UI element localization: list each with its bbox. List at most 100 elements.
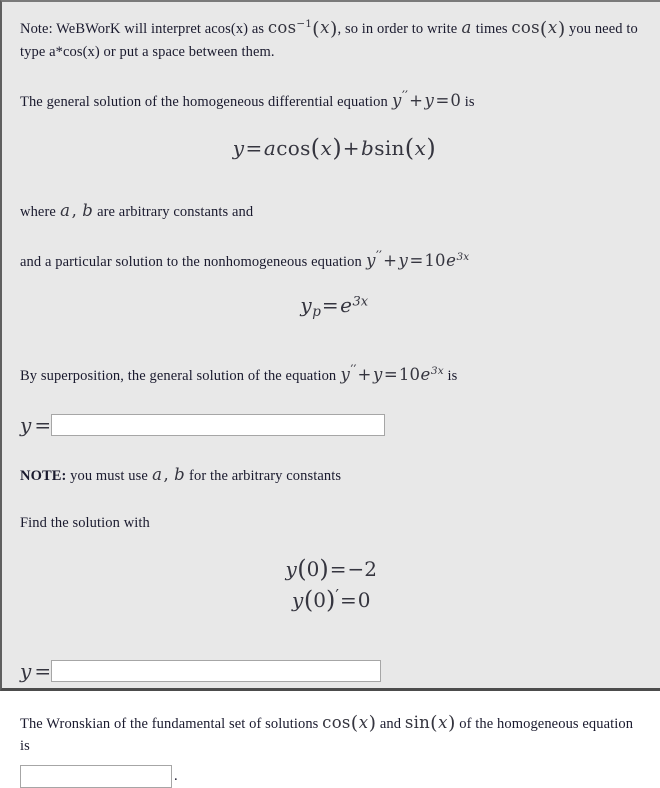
answer-general-label: y = [20, 413, 51, 437]
constants-prefix: where [20, 203, 60, 220]
particular-intro-prefix: and a particular solution to the nonhomo… [20, 253, 366, 270]
answer-wronskian-input[interactable] [20, 765, 172, 788]
wronskian-cos-close-paren: ) [368, 712, 377, 735]
gs-lhs-y: y [232, 135, 245, 160]
ic2-equals: = [339, 587, 357, 612]
initial-condition-2: y(0)′=0 [20, 585, 642, 615]
general-intro-y2: y [424, 90, 434, 110]
wronskian-sin-open-paren: ( [430, 712, 438, 735]
answer-ivp-label-y: y [20, 658, 32, 683]
note-acos-argument: x [320, 18, 330, 37]
arbitrary-constants-line: where a, b are arbitrary constants and [20, 199, 642, 223]
problem-panel: Note: WeBWorK will interpret acos(x) as … [0, 0, 660, 788]
spacer-6b [20, 343, 642, 363]
general-intro-y: y [392, 90, 402, 110]
gs-sin-open-paren: ( [404, 134, 415, 163]
superposition-suffix: is [443, 367, 458, 384]
gs-equals: = [245, 135, 263, 160]
note-acos-function: cos [267, 18, 297, 37]
gs-sin-close-paren: ) [426, 134, 436, 163]
constants-a: a [60, 200, 71, 220]
note-constants-bold-prefix: NOTE: [20, 467, 67, 484]
note-cos-open-paren: ( [539, 17, 548, 40]
ic2-y: y [292, 587, 304, 612]
particular-intro-ten: 10 [424, 250, 446, 270]
particular-solution-equation: yp=e3x [20, 292, 642, 319]
ic2-open-paren: ( [303, 586, 314, 615]
constants-b: b [82, 200, 93, 220]
wronskian-cos-open-paren: ( [350, 712, 359, 735]
answer-ivp-input[interactable] [51, 659, 382, 682]
spacer-3b [20, 187, 642, 199]
superposition-y2: y [372, 364, 383, 384]
wronskian-sin-close-paren: ) [448, 712, 456, 735]
answer-general-label-y: y [20, 412, 32, 437]
note-acos-close-paren: ) [330, 17, 338, 40]
note-cos-argument: x [547, 18, 558, 37]
ps-exponent: 3x [352, 294, 369, 310]
ic1-argument: 0 [306, 556, 320, 581]
note-acos-open-paren: ( [312, 17, 320, 40]
gs-sin-function: sin [374, 135, 405, 160]
ps-e: e [340, 292, 352, 317]
constants-suffix: are arbitrary constants and [93, 203, 254, 220]
note-acos-paragraph: Note: WeBWorK will interpret acos(x) as … [20, 14, 642, 63]
gs-plus: + [342, 135, 360, 160]
ic2-argument: 0 [313, 587, 326, 612]
superposition-exponent: 3x [430, 364, 444, 377]
wronskian-cos-function: cos [322, 712, 351, 732]
note-prefix-text: Note: WeBWorK will interpret acos(x) as [20, 21, 268, 37]
superposition-plus: + [357, 364, 372, 384]
general-solution-intro: The general solution of the homogeneous … [20, 89, 642, 113]
ic1-close-paren: ) [319, 555, 329, 584]
initial-condition-1: y(0)=−2 [20, 554, 642, 584]
gs-coefficient-b: b [360, 135, 374, 160]
superposition-y: y [340, 364, 350, 384]
answer-row-general-solution: y = [20, 413, 642, 437]
spacer-11b [20, 639, 642, 659]
answer-ivp-label: y = [20, 659, 51, 683]
general-intro-prefix: The general solution of the homogeneous … [20, 93, 392, 110]
particular-intro-e: e [446, 250, 456, 270]
general-intro-equals: = [435, 90, 450, 110]
gs-cos-close-paren: ) [332, 134, 342, 163]
general-intro-zero: 0 [450, 90, 461, 110]
superposition-ten: 10 [398, 364, 421, 384]
answer-general-input[interactable] [51, 413, 386, 436]
note-constants-text-1: you must use [66, 467, 152, 484]
particular-intro-plus: + [383, 250, 398, 270]
particular-intro-y: y [366, 250, 376, 270]
general-intro-suffix: is [460, 93, 475, 110]
superposition-prefix: By superposition, the general solution o… [20, 367, 341, 384]
wronskian-cos-argument: x [358, 712, 369, 732]
general-intro-plus: + [409, 90, 424, 110]
gs-cos-function: cos [276, 135, 311, 160]
note-middle-text: , so in order to write [337, 21, 462, 37]
ic1-open-paren: ( [297, 555, 307, 584]
note-constants-line: NOTE: you must use a, b for the arbitrar… [20, 463, 642, 487]
note-acos-exponent: −1 [296, 18, 313, 31]
note-constants-b: b [174, 464, 185, 484]
answer-row-wronskian: . [20, 765, 642, 788]
gs-cos-open-paren: ( [310, 134, 321, 163]
superposition-equals: = [383, 364, 398, 384]
gs-coefficient-a: a [263, 135, 276, 160]
superposition-e: e [420, 364, 431, 384]
superposition-prime: ′′ [350, 362, 357, 378]
answer-row-ivp-solution: y = [20, 659, 642, 683]
particular-intro-y2: y [398, 250, 408, 270]
particular-intro-equals: = [409, 250, 424, 270]
wronskian-and-text: and [376, 715, 405, 732]
particular-solution-intro: and a particular solution to the nonhomo… [20, 249, 642, 273]
